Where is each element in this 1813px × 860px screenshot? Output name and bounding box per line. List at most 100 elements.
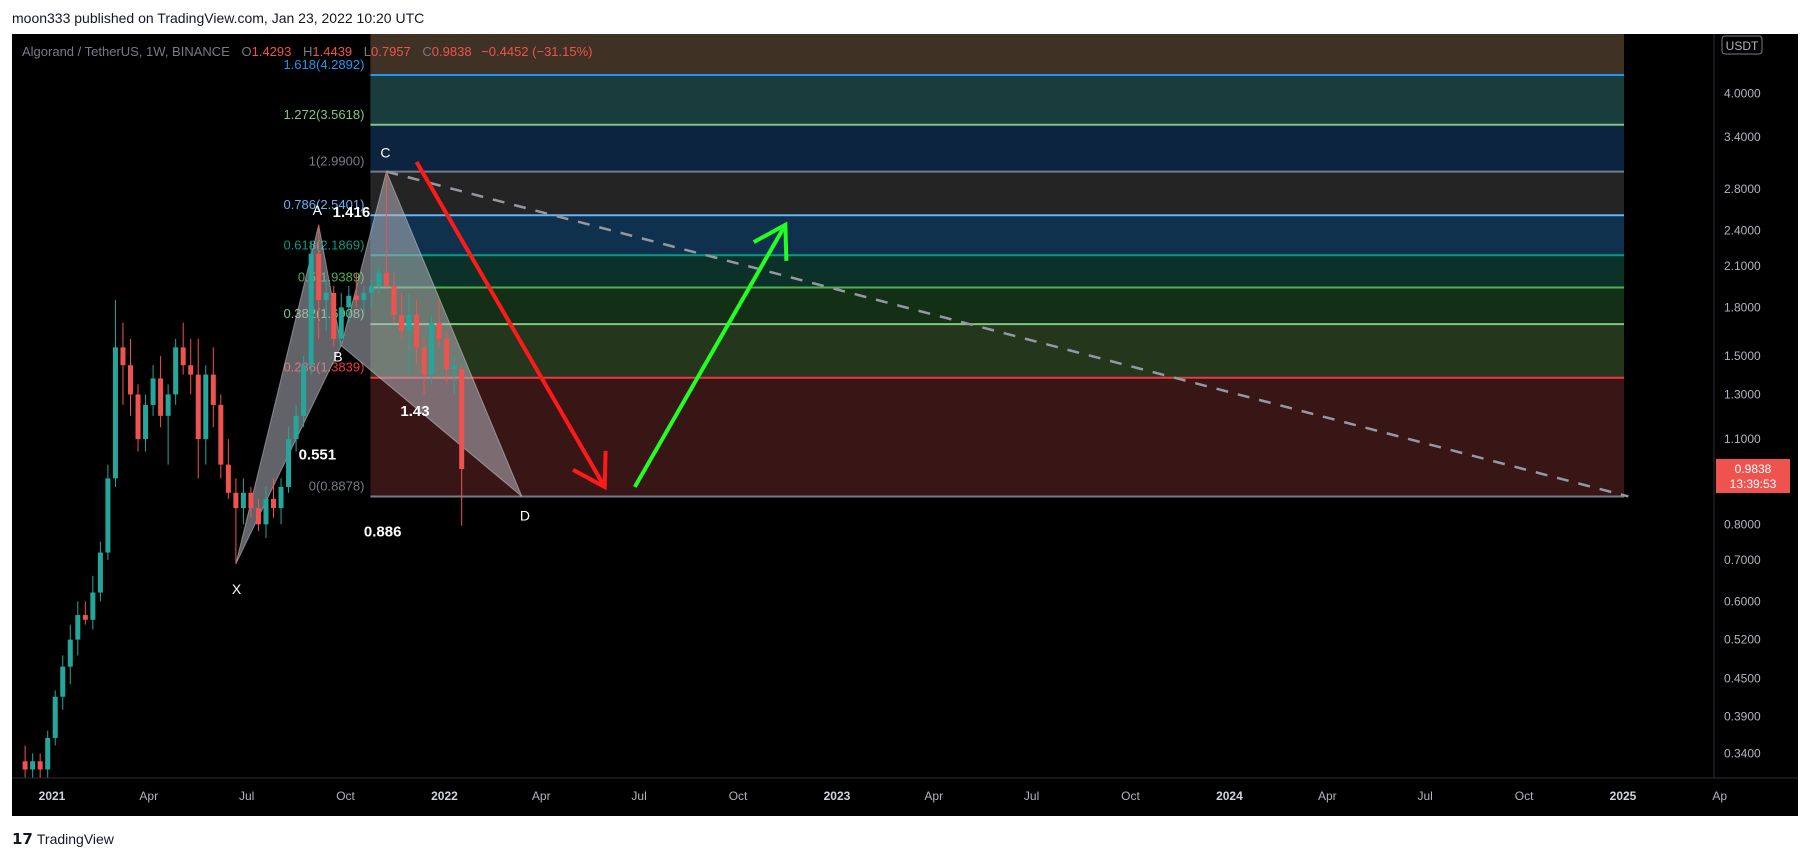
x-tick-label: Oct [1515,789,1534,803]
x-tick-label: Oct [1121,789,1140,803]
candle-body [301,365,307,416]
candle-body [218,404,224,465]
candle-body [331,292,337,339]
fib-zone [370,124,1624,172]
candle-body [436,322,442,339]
harmonic-ratio-xd: 0.886 [364,523,402,540]
x-tick-label: Apr [1318,789,1337,803]
x-tick-label: 2023 [824,789,851,803]
y-tick-label: 1.1000 [1724,432,1761,446]
x-tick-label: Jul [631,789,646,803]
harmonic-label-b: B [333,349,342,365]
candle-body [240,492,246,509]
harmonic-label-c: C [380,145,390,161]
y-tick-label: 1.3000 [1724,387,1761,401]
candle-body [414,314,420,348]
candle-body [45,737,51,770]
candle-body [37,761,43,770]
low-value: 0.7957 [371,44,411,59]
y-tick-label: 0.3400 [1724,746,1761,760]
y-tick-label: 2.4000 [1724,223,1761,237]
x-tick-label: Jul [1417,789,1432,803]
candle-body [278,486,284,509]
candle-body [30,761,36,770]
candle-body [444,338,450,369]
close-value: 0.9838 [431,44,472,59]
candle-body [451,365,457,369]
fib-zone [370,75,1624,125]
candle-body [143,404,149,440]
candle-body [210,374,216,405]
candle-body [105,478,111,553]
candle-body [271,498,277,509]
candle-body [112,347,118,479]
tradingview-logo-text[interactable]: TradingView [37,831,114,847]
y-tick-label: 2.8000 [1724,182,1761,196]
open-label: O [241,44,252,59]
symbol-legend: Algorand / TetherUS, 1W, BINANCE O1.4293… [22,44,593,59]
fib-level-label: 1.272(3.5618) [283,107,364,122]
y-tick-label: 0.5200 [1724,633,1761,647]
symbol-name[interactable]: Algorand / TetherUS, 1W, BINANCE [22,44,230,59]
y-tick-label: 1.5000 [1724,349,1761,363]
candle-body [67,639,73,667]
y-tick-label: 0.8000 [1724,517,1761,531]
currency-label: USDT [1726,39,1759,53]
candle-body [293,415,299,440]
candle-body [391,285,397,315]
candle-body [97,552,103,593]
y-tick-label: 1.8000 [1724,300,1761,314]
candle-body [52,696,58,738]
open-value: 1.4293 [251,44,292,59]
candle-body [353,295,359,301]
fib-level-label: 0(0.8878) [309,478,365,493]
candle-body [203,374,209,440]
harmonic-label-d: D [520,507,530,523]
x-tick-label: Jul [239,789,254,803]
publisher-line: moon333 published on TradingView.com, Ja… [12,10,425,26]
low-label: L [363,44,372,59]
harmonic-label-a: A [313,202,323,218]
y-tick-label: 0.6000 [1724,594,1761,608]
candle-body [195,374,201,440]
change-value: −0.4452 (−31.15%) [481,44,593,59]
candle-body [82,615,88,620]
x-tick-label: Ap [1712,789,1727,803]
x-tick-label: Oct [729,789,748,803]
footer: 𝟭𝟳 TradingView [12,830,114,848]
x-tick-label: Oct [336,789,355,803]
candle-body [127,365,133,395]
candle-body [398,314,404,331]
chart-panel[interactable]: 1.618(4.2892) 1.272(3.5618) 1(2.9900) 0.786… [12,34,1798,816]
candle-body [158,378,164,416]
fib-level-label: 1(2.9900) [309,154,365,169]
candle-body [429,322,435,375]
candle-body [406,314,412,331]
y-tick-label: 2.1000 [1724,259,1761,273]
fib-zone [370,255,1624,288]
fib-level-label: 0.618(2.1869) [283,237,364,252]
fib-level-label: 1.618(4.2892) [283,57,364,72]
tradingview-logo-icon[interactable]: 𝟭𝟳 [12,830,33,848]
candle-body [120,347,126,366]
candle-body [308,253,314,366]
candle-body [316,253,322,301]
candle-body [60,666,66,697]
y-tick-label: 3.4000 [1724,130,1761,144]
high-label: H [303,44,313,59]
price-chart[interactable]: 1.618(4.2892)1.272(3.5618)1(2.9900)0.786… [12,34,1798,816]
x-tick-label: 2024 [1216,789,1243,803]
x-tick-label: 2022 [431,789,458,803]
candle-body [255,508,261,525]
candle-body [338,307,344,339]
candle-body [286,439,292,487]
candle-body [376,272,382,286]
last-price-value: 0.9838 [1735,462,1772,476]
candle-body [421,347,427,375]
fib-zone [370,287,1624,325]
high-value: 1.4439 [312,44,353,59]
y-tick-label: 0.3900 [1724,710,1761,724]
candle-body [383,272,389,286]
candle-body [75,615,81,640]
candle-body [368,285,374,293]
